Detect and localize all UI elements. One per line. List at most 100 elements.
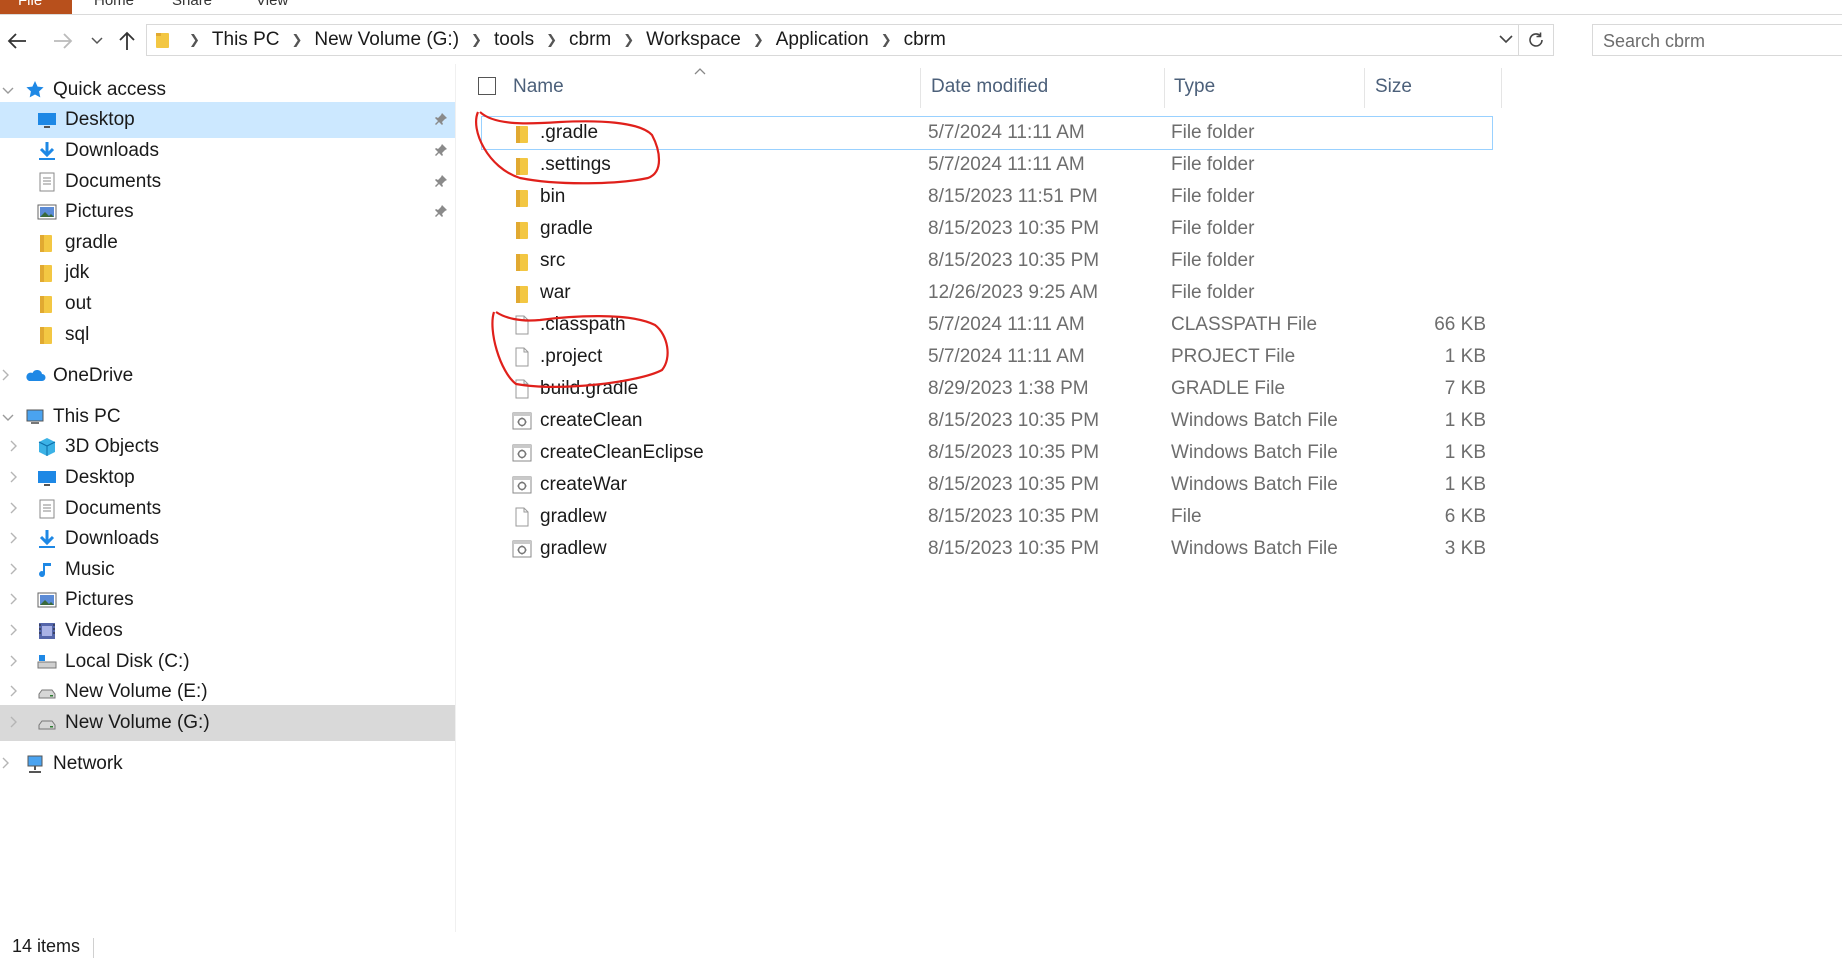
file-row[interactable]: createClean 8/15/2023 10:35 PM Windows Bat… [482, 405, 1842, 437]
refresh-button[interactable] [1518, 25, 1553, 55]
select-all-checkbox[interactable] [478, 77, 496, 95]
nav-item-label: Network [53, 753, 123, 774]
pane-divider[interactable] [455, 64, 456, 932]
tab-share[interactable]: Share [172, 0, 212, 14]
item-count: 14 items [12, 936, 81, 956]
recent-locations-button[interactable] [82, 26, 112, 56]
drive-icon [36, 712, 58, 734]
chevron-right-icon[interactable] [10, 531, 18, 547]
file-date-modified: 8/15/2023 10:35 PM [928, 442, 1100, 463]
chevron-right-icon[interactable] [10, 684, 18, 700]
file-date-modified: 8/15/2023 10:35 PM [928, 538, 1100, 559]
file-name: war [540, 282, 571, 303]
nav-item-onedrive[interactable]: OneDrive [0, 358, 455, 394]
nav-item-label: Desktop [65, 467, 135, 488]
file-date-modified: 5/7/2024 11:11 AM [928, 314, 1085, 335]
breadcrumb-separator[interactable]: ❯ [546, 32, 557, 48]
music-icon [36, 559, 58, 581]
chevron-down-icon [1499, 35, 1513, 44]
file-row[interactable]: createCleanEclipse 8/15/2023 10:35 PM Wind… [482, 437, 1842, 469]
breadcrumb-this-pc[interactable]: This PC [212, 29, 280, 51]
chevron-right-icon[interactable] [10, 623, 18, 639]
folder-icon [36, 262, 58, 284]
file-row[interactable]: createWar 8/15/2023 10:35 PM Windows Batch… [482, 469, 1842, 501]
file-row[interactable]: gradlew 8/15/2023 10:35 PM File 6 KB [482, 501, 1842, 533]
column-header-size[interactable]: Size [1375, 64, 1412, 110]
breadcrumb-new-volume-g[interactable]: New Volume (G:) [314, 29, 459, 51]
breadcrumb-separator[interactable]: ❯ [623, 32, 634, 48]
pin-icon[interactable] [434, 204, 448, 221]
file-row[interactable]: war 12/26/2023 9:25 AM File folder [482, 277, 1842, 309]
nav-item-sql[interactable]: sql [0, 317, 455, 353]
file-date-modified: 12/26/2023 9:25 AM [928, 282, 1099, 303]
chevron-down-icon[interactable] [2, 409, 14, 425]
pin-icon[interactable] [434, 143, 448, 160]
breadcrumb-tools[interactable]: tools [494, 29, 534, 51]
address-bar[interactable]: ❯ This PC ❯ New Volume (G:) ❯ tools ❯ cb… [146, 24, 1554, 56]
folder-icon [512, 283, 532, 303]
breadcrumb-separator[interactable]: ❯ [291, 32, 302, 48]
folder-icon [512, 123, 532, 143]
file-row[interactable]: build.gradle 8/29/2023 1:38 PM GRADLE File… [482, 373, 1842, 405]
file-size: 1 KB [1444, 410, 1486, 431]
column-header-type[interactable]: Type [1174, 64, 1215, 110]
refresh-icon [1529, 32, 1543, 47]
pin-icon[interactable] [434, 174, 448, 191]
file-list: Name Date modified Type Size .gradle 5/7/… [458, 64, 1842, 924]
search-input[interactable]: Search cbrm [1592, 24, 1842, 56]
back-button[interactable] [2, 26, 32, 56]
column-header-date-modified[interactable]: Date modified [931, 64, 1048, 110]
file-row[interactable]: .settings 5/7/2024 11:11 AM File folder [482, 149, 1842, 181]
tab-home[interactable]: Home [94, 0, 134, 14]
forward-button[interactable] [48, 26, 78, 56]
address-dropdown-button[interactable] [1499, 28, 1513, 49]
column-divider[interactable] [1164, 68, 1165, 108]
column-divider[interactable] [1364, 68, 1365, 108]
breadcrumb-separator[interactable]: ❯ [881, 32, 892, 48]
chevron-right-icon[interactable] [10, 501, 18, 517]
breadcrumb-separator[interactable]: ❯ [471, 32, 482, 48]
file-row[interactable]: gradlew 8/15/2023 10:35 PM Windows Batch F… [482, 533, 1842, 565]
breadcrumb-cbrm-current[interactable]: cbrm [904, 29, 946, 51]
file-date-modified: 8/15/2023 10:35 PM [928, 474, 1100, 495]
breadcrumb-separator: ❯ [189, 32, 200, 47]
breadcrumb-application[interactable]: Application [776, 29, 869, 51]
breadcrumb-cbrm[interactable]: cbrm [569, 29, 611, 51]
tab-file[interactable]: File [0, 0, 72, 14]
file-date-modified: 5/7/2024 11:11 AM [928, 346, 1085, 367]
breadcrumb-workspace[interactable]: Workspace [646, 29, 741, 51]
chevron-right-icon[interactable] [10, 654, 18, 670]
file-date-modified: 8/15/2023 10:35 PM [928, 218, 1100, 239]
column-header-name[interactable]: Name [513, 64, 564, 110]
file-type: File folder [1171, 186, 1255, 207]
file-row[interactable]: gradle 8/15/2023 10:35 PM File folder [482, 213, 1842, 245]
nav-item-new-volume-g[interactable]: New Volume (G:) [0, 705, 455, 741]
navigation-pane: Quick access Desktop Downloads Documents Pic… [0, 64, 455, 924]
chevron-right-icon[interactable] [10, 439, 18, 455]
download-icon [36, 528, 58, 550]
file-row[interactable]: .gradle 5/7/2024 11:11 AM File folder [481, 116, 1493, 150]
chevron-right-icon[interactable] [10, 470, 18, 486]
chevron-right-icon[interactable] [2, 368, 10, 384]
column-divider[interactable] [920, 68, 921, 108]
chevron-right-icon[interactable] [10, 715, 18, 731]
arrow-left-icon [7, 33, 26, 49]
pin-icon[interactable] [434, 112, 448, 129]
file-row[interactable]: .classpath 5/7/2024 11:11 AM CLASSPATH Fil… [482, 309, 1842, 341]
chevron-right-icon[interactable] [2, 756, 10, 772]
file-size: 3 KB [1444, 538, 1486, 559]
nav-item-network[interactable]: Network [0, 746, 455, 782]
file-row[interactable]: bin 8/15/2023 11:51 PM File folder [482, 181, 1842, 213]
column-divider[interactable] [1501, 68, 1502, 108]
tab-view[interactable]: View [256, 0, 288, 14]
chevron-right-icon[interactable] [10, 562, 18, 578]
up-button[interactable] [112, 26, 142, 56]
file-row[interactable]: src 8/15/2023 10:35 PM File folder [482, 245, 1842, 277]
file-row[interactable]: .project 5/7/2024 11:11 AM PROJECT File 1 K… [482, 341, 1842, 373]
chevron-right-icon[interactable] [10, 592, 18, 608]
file-name: build.gradle [540, 378, 639, 399]
chevron-down-icon[interactable] [2, 82, 14, 98]
videos-icon [36, 620, 58, 642]
file-size: 1 KB [1444, 474, 1486, 495]
breadcrumb-separator[interactable]: ❯ [753, 32, 764, 48]
